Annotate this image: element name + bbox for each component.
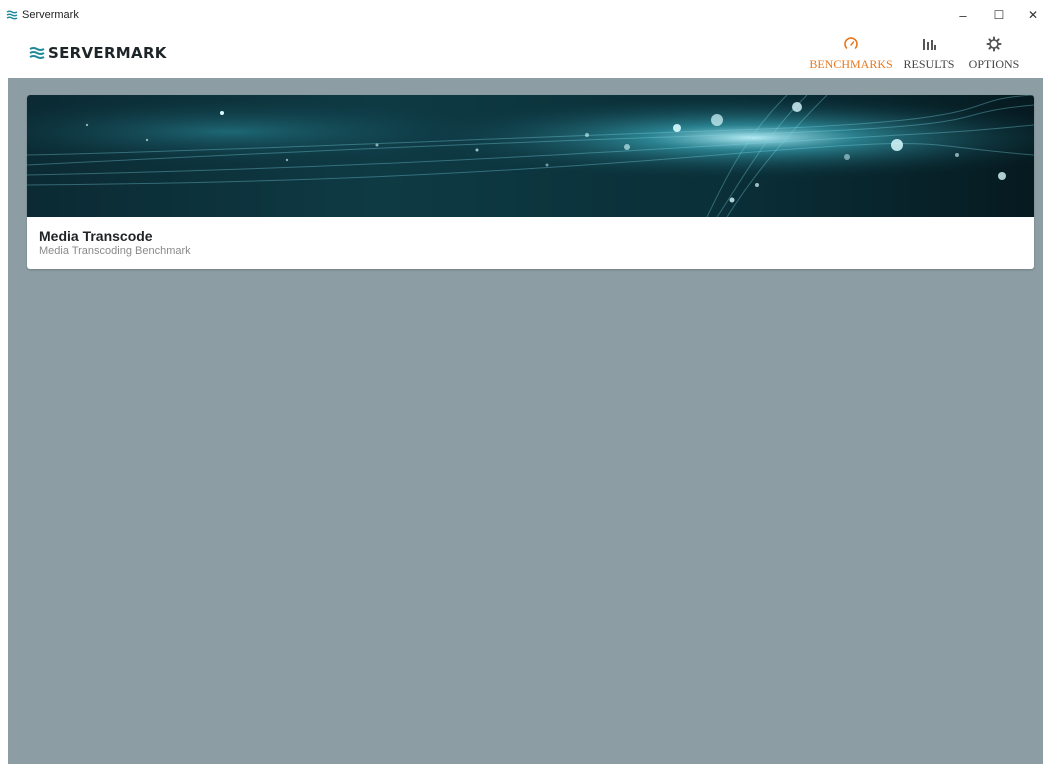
nav-tab-label: RESULTS (903, 57, 955, 71)
nav-tab-label: OPTIONS (968, 57, 1020, 71)
gauge-icon (844, 37, 858, 49)
close-button[interactable]: ✕ (1013, 0, 1043, 30)
nav-tab-results[interactable]: RESULTS (902, 36, 956, 76)
benchmark-card-media-transcode[interactable]: Media Transcode Media Transcoding Benchm… (27, 95, 1034, 269)
app-logo: SERVERMARK (29, 44, 167, 62)
servermark-logo-icon (6, 10, 18, 20)
benchmark-banner-image (27, 95, 1034, 217)
maximize-icon: ☐ (993, 8, 1005, 22)
benchmark-title: Media Transcode (39, 228, 153, 244)
servermark-wave-icon (29, 47, 45, 59)
nav-tab-benchmarks[interactable]: BENCHMARKS (809, 36, 893, 76)
logo-text: SERVERMARK (48, 44, 167, 62)
minimize-icon: – (959, 7, 967, 23)
nav-tab-label: BENCHMARKS (809, 57, 893, 71)
gear-icon (986, 36, 1002, 52)
minimize-button[interactable]: – (943, 0, 983, 30)
close-icon: ✕ (1027, 8, 1039, 22)
bar-chart-icon (923, 39, 936, 50)
benchmark-subtitle: Media Transcoding Benchmark (39, 245, 191, 257)
window-title-bar[interactable]: Servermark – ☐ ✕ (0, 0, 1043, 30)
app-header: SERVERMARK BENCHMARKS RESULTS OPTIONS (0, 30, 1043, 78)
benchmarks-panel: Media Transcode Media Transcoding Benchm… (8, 78, 1043, 764)
window-title: Servermark (22, 9, 79, 21)
nav-tab-options[interactable]: OPTIONS (965, 36, 1023, 76)
